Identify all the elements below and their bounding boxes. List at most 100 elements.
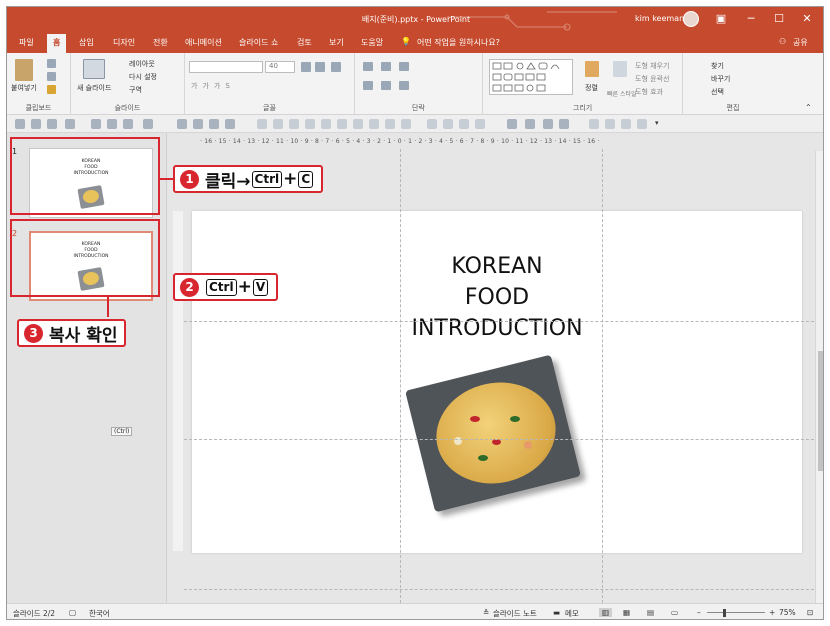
bring-forward-icon[interactable] <box>321 119 331 129</box>
close-icon[interactable]: ✕ <box>797 10 817 28</box>
tab-review[interactable]: 검토 <box>297 37 312 48</box>
tell-me-search[interactable]: 어떤 작업을 원하시나요? <box>417 37 500 48</box>
slide-title[interactable]: KOREAN FOOD INTRODUCTION <box>382 251 612 344</box>
vertical-scrollbar[interactable] <box>815 151 823 603</box>
align-left-icon[interactable] <box>363 81 373 90</box>
shape-outline-button[interactable]: 도형 윤곽선 <box>635 74 669 84</box>
minimize-icon[interactable]: ─ <box>741 10 761 28</box>
comments-button[interactable]: 메모 <box>565 608 579 619</box>
replace-button[interactable]: 바꾸기 <box>711 74 730 84</box>
ungroup-icon[interactable] <box>305 119 315 129</box>
tab-home[interactable]: 홈 <box>47 34 67 53</box>
slide-sorter-icon[interactable]: ▦ <box>623 608 630 617</box>
select-button[interactable]: 선택 <box>711 87 724 97</box>
group-icon[interactable] <box>289 119 299 129</box>
normal-view-icon[interactable]: ▥ <box>599 608 613 617</box>
fit-slide-icon[interactable]: ⊡ <box>807 608 813 617</box>
table-icon[interactable] <box>177 119 187 129</box>
effects-icon[interactable] <box>443 119 453 129</box>
undo-icon[interactable] <box>31 119 41 129</box>
crop-icon[interactable] <box>385 119 395 129</box>
format-painter-icon[interactable] <box>47 85 56 94</box>
flip-icon[interactable] <box>369 119 379 129</box>
preview-icon[interactable] <box>123 119 133 129</box>
shape-icon[interactable] <box>209 119 219 129</box>
size-icon[interactable] <box>401 119 411 129</box>
scrollbar-thumb[interactable] <box>818 351 823 471</box>
touch-mode-icon[interactable] <box>65 119 75 129</box>
cut-icon[interactable] <box>47 59 56 68</box>
spellcheck-icon[interactable]: ▢ <box>69 608 76 617</box>
copy-icon[interactable] <box>47 72 56 81</box>
section-button[interactable]: 구역 <box>129 85 142 95</box>
paste-options-tag[interactable]: (Ctrl) <box>111 427 133 436</box>
new-slide-icon[interactable] <box>83 59 105 79</box>
zoom-slider[interactable] <box>707 612 765 613</box>
quick-styles-button[interactable]: 빠른 스타일 <box>607 89 637 98</box>
zoom-out-icon[interactable]: – <box>697 608 701 617</box>
indent-icon[interactable] <box>399 62 409 71</box>
rotate-icon[interactable] <box>353 119 363 129</box>
picture-icon[interactable] <box>193 119 203 129</box>
paste-special-icon[interactable] <box>507 119 517 129</box>
tab-transitions[interactable]: 전환 <box>153 37 168 48</box>
paste-label[interactable]: 붙여넣기 <box>11 83 37 93</box>
distribute-icon[interactable] <box>273 119 283 129</box>
new-slide-button[interactable]: 새 슬라이드 <box>77 83 111 93</box>
slide-canvas[interactable]: KOREAN FOOD INTRODUCTION <box>192 211 802 553</box>
format-icon[interactable] <box>427 119 437 129</box>
grow-font-icon[interactable] <box>301 62 311 72</box>
zoom-in-icon[interactable]: + <box>769 608 775 617</box>
shapes-gallery[interactable] <box>489 59 573 95</box>
notes-button[interactable]: 슬라이드 노트 <box>493 608 537 619</box>
slideshow-view-icon[interactable]: ▭ <box>671 608 678 617</box>
zoom-level[interactable]: 75% <box>779 608 796 617</box>
bullets-icon[interactable] <box>363 62 373 71</box>
comment-icon[interactable] <box>605 119 615 129</box>
align-center-icon[interactable] <box>381 81 391 90</box>
font-name-box[interactable] <box>189 61 263 73</box>
save-icon[interactable] <box>15 119 25 129</box>
align-right-icon[interactable] <box>399 81 409 90</box>
zoom-slider-handle[interactable] <box>723 609 726 617</box>
user-name[interactable]: kim keeman <box>635 14 684 23</box>
photo-album-icon[interactable] <box>525 119 535 129</box>
reading-view-icon[interactable]: ▤ <box>647 608 654 617</box>
textbox-icon[interactable] <box>225 119 235 129</box>
layout-button[interactable]: 레이아웃 <box>129 59 155 69</box>
print-icon[interactable] <box>107 119 117 129</box>
tab-slideshow[interactable]: 슬라이드 쇼 <box>239 37 278 48</box>
customize-qat-icon[interactable]: ▾ <box>655 119 659 127</box>
screenshot-icon[interactable] <box>543 119 553 129</box>
align-icon[interactable] <box>257 119 267 129</box>
tab-design[interactable]: 디자인 <box>113 37 135 48</box>
redo-icon[interactable] <box>47 119 57 129</box>
share-button[interactable]: 공유 <box>793 37 808 48</box>
link-icon[interactable] <box>589 119 599 129</box>
avatar[interactable] <box>683 11 699 27</box>
outline-icon[interactable] <box>459 119 469 129</box>
tab-view[interactable]: 보기 <box>329 37 344 48</box>
media-icon[interactable] <box>559 119 569 129</box>
send-backward-icon[interactable] <box>337 119 347 129</box>
clear-format-icon[interactable] <box>331 62 341 72</box>
equation-icon[interactable] <box>637 119 647 129</box>
font-size-box[interactable]: 40 <box>265 61 295 73</box>
start-slideshow-icon[interactable] <box>143 119 153 129</box>
tab-file[interactable]: 파일 <box>19 37 34 48</box>
tab-insert[interactable]: 삽입 <box>79 37 94 48</box>
symbol-icon[interactable] <box>621 119 631 129</box>
language-indicator[interactable]: 한국어 <box>89 608 110 619</box>
shape-fill-button[interactable]: 도형 채우기 <box>635 61 669 71</box>
arrange-button[interactable]: 정렬 <box>585 83 598 93</box>
quick-styles-icon[interactable] <box>613 61 627 77</box>
tab-help[interactable]: 도움말 <box>361 37 383 48</box>
fill-icon[interactable] <box>475 119 485 129</box>
collapse-ribbon-icon[interactable]: ⌃ <box>805 103 812 112</box>
arrange-icon[interactable] <box>585 61 599 77</box>
ribbon-display-icon[interactable]: ▣ <box>711 10 731 28</box>
reset-button[interactable]: 다시 설정 <box>129 72 157 82</box>
maximize-icon[interactable]: ☐ <box>769 10 789 28</box>
font-style-icons[interactable]: 가가가S <box>191 81 235 91</box>
shape-effects-button[interactable]: 도형 효과 <box>635 87 663 97</box>
